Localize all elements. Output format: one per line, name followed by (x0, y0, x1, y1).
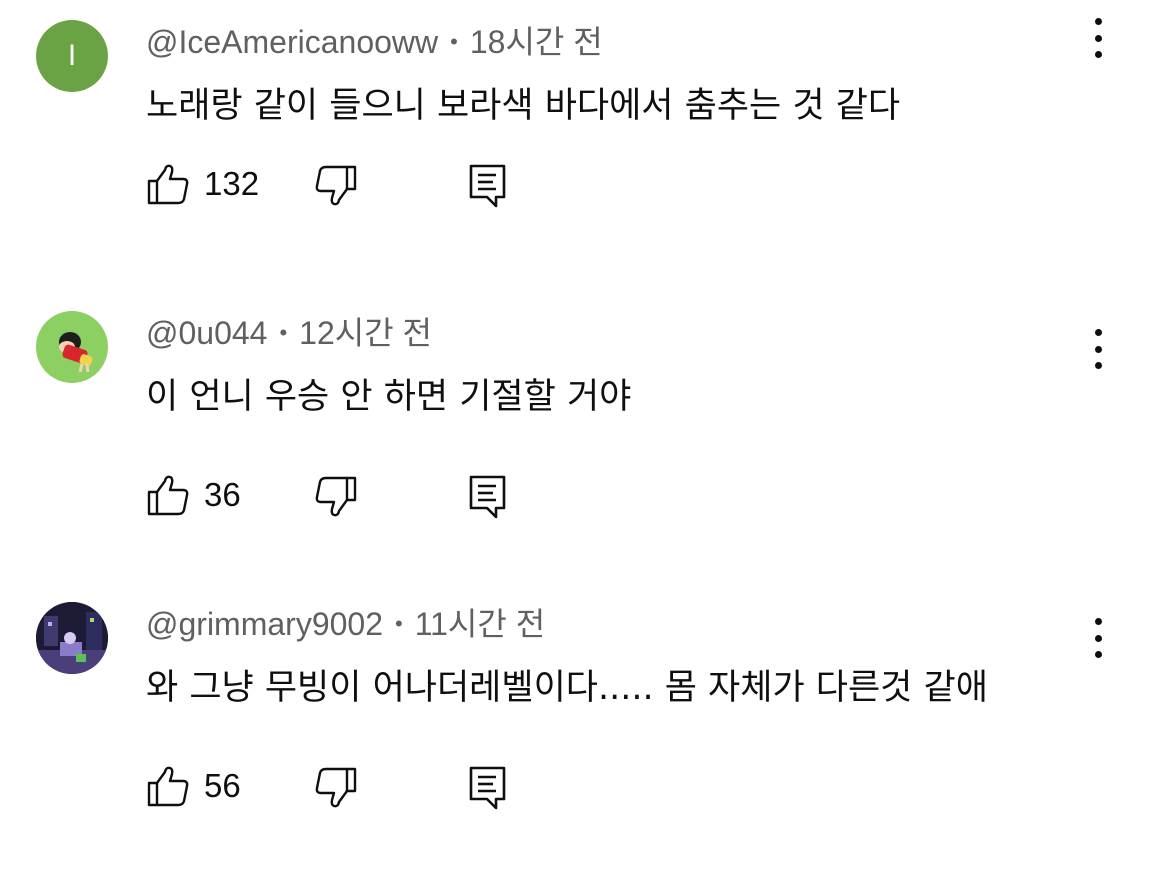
comment-item: @grimmary9002 • 11시간 전 와 그냥 무빙이 어나더레벨이다...… (0, 582, 1170, 872)
like-count: 36 (204, 476, 241, 513)
thumbs-down-icon[interactable] (314, 766, 358, 810)
comment-meta: @0u044 • 12시간 전 (146, 313, 432, 353)
thumbs-up-icon[interactable] (146, 162, 190, 206)
meta-separator: • (395, 611, 403, 636)
reply-icon[interactable] (466, 162, 510, 208)
author-handle[interactable]: @IceAmericanooww (146, 24, 438, 60)
thumbs-up-icon[interactable] (146, 764, 190, 808)
like-count: 132 (204, 165, 260, 202)
comment-time: 18시간 전 (469, 24, 603, 60)
meta-separator: • (450, 29, 458, 54)
comment-text: 노래랑 같이 들으니 보라색 바다에서 춤추는 것 같다 (146, 86, 901, 126)
comment-actions: 56 (146, 764, 546, 810)
author-handle[interactable]: @grimmary9002 (146, 606, 383, 642)
avatar[interactable] (36, 602, 108, 674)
comment-meta: @grimmary9002 • 11시간 전 (146, 604, 545, 644)
thumbs-down-icon[interactable] (314, 164, 358, 208)
comment-actions: 132 (146, 162, 546, 208)
more-icon[interactable] (1084, 18, 1112, 58)
author-handle[interactable]: @0u044 (146, 315, 267, 351)
comment-time: 12시간 전 (299, 315, 432, 351)
comment-text: 이 언니 우승 안 하면 기절할 거야 (146, 377, 632, 417)
more-icon[interactable] (1084, 618, 1112, 658)
reply-icon[interactable] (466, 473, 510, 519)
comment-item: I @IceAmericanooww • 18시간 전 노래랑 같이 들으니 보라색… (0, 0, 1170, 290)
more-icon[interactable] (1084, 329, 1112, 369)
thumbs-down-icon[interactable] (314, 475, 358, 519)
comment-item: @0u044 • 12시간 전 이 언니 우승 안 하면 기절할 거야 36 (0, 291, 1170, 581)
like-count: 56 (204, 767, 241, 804)
avatar[interactable] (36, 311, 108, 383)
comment-actions: 36 (146, 473, 546, 519)
comment-text: 와 그냥 무빙이 어나더레벨이다..... 몸 자체가 다른것 같애 (146, 668, 988, 708)
avatar[interactable]: I (36, 20, 108, 92)
reply-icon[interactable] (466, 764, 510, 810)
comment-time: 11시간 전 (414, 606, 546, 642)
comment-meta: @IceAmericanooww • 18시간 전 (146, 22, 603, 62)
meta-separator: • (279, 320, 288, 345)
thumbs-up-icon[interactable] (146, 473, 190, 517)
